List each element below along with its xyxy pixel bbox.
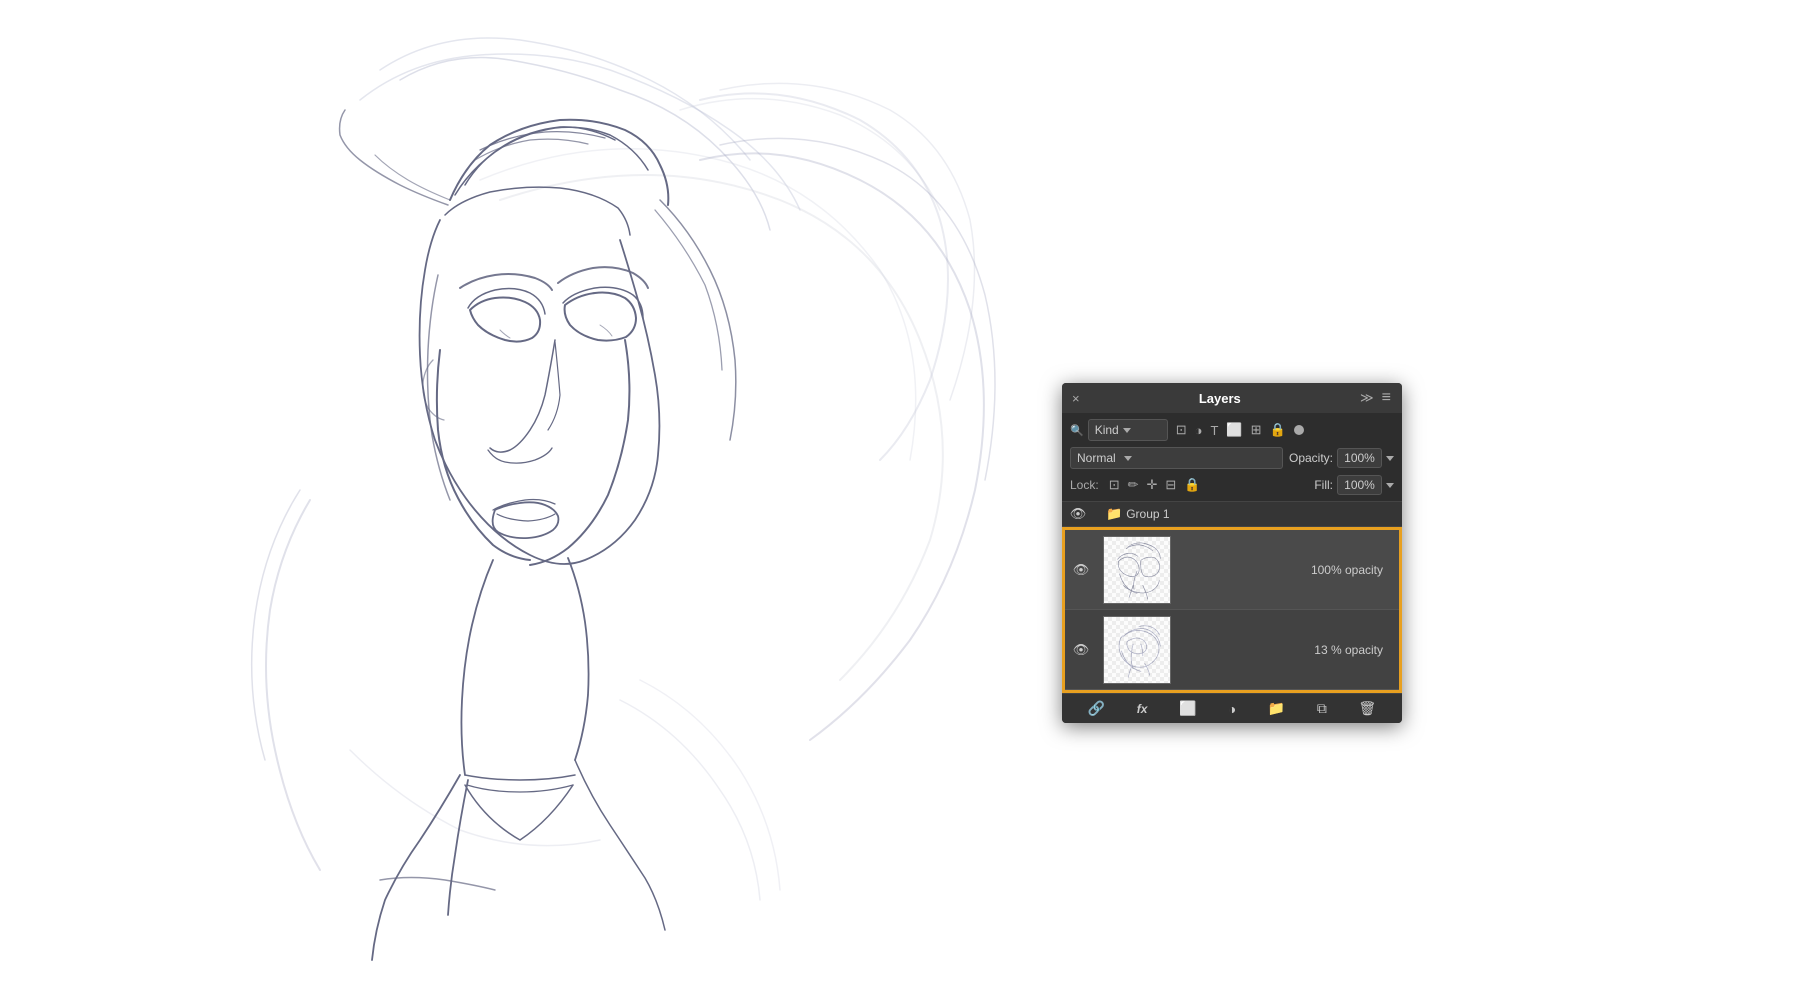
fill-value[interactable]: 100%: [1337, 475, 1382, 495]
group-row[interactable]: 👁 📁 Group 1: [1062, 502, 1402, 527]
layers-container: 👁: [1062, 527, 1402, 693]
opacity-control: Opacity: 100%: [1289, 448, 1394, 468]
panel-footer: 🔗 fx ⬜ ◑ 📁 ⧉ 🗑: [1062, 693, 1402, 723]
fill-control: Fill: 100%: [1314, 475, 1394, 495]
lock-label: Lock:: [1070, 478, 1099, 492]
dot-filter-icon[interactable]: [1294, 425, 1304, 435]
layer-item[interactable]: 👁: [1065, 530, 1399, 610]
lock-paint-icon[interactable]: ✏: [1128, 477, 1139, 493]
group-folder-icon: 📁: [1106, 506, 1122, 522]
add-mask-button[interactable]: ⬜: [1179, 700, 1196, 717]
layer2-visibility-icon[interactable]: 👁: [1073, 642, 1089, 658]
filter-row: 🔍 Kind ⊡ ◑ T ⬜ ⊞ 🔒: [1070, 419, 1394, 441]
layer1-thumbnail: [1103, 536, 1171, 604]
sketch-canvas: [0, 0, 1100, 1000]
opacity-label: Opacity:: [1289, 451, 1333, 465]
search-icon: 🔍: [1070, 424, 1084, 437]
lock-fill-row: Lock: ⊡ ✏ ✛ ⊟ 🔒 Fill: 100%: [1070, 475, 1394, 495]
opacity-value[interactable]: 100%: [1337, 448, 1382, 468]
group-name-label: Group 1: [1126, 507, 1169, 521]
panel-title: Layers: [1199, 391, 1241, 406]
pixel-filter-icon[interactable]: ⊡: [1176, 422, 1187, 438]
panel-collapse-icon[interactable]: ≫: [1360, 390, 1374, 406]
lock-icons-group: ⊡ ✏ ✛ ⊟ 🔒: [1109, 477, 1201, 493]
canvas-area: [0, 0, 1800, 1000]
panel-header: × Layers ≫ ≡: [1062, 383, 1402, 413]
filter-kind-dropdown[interactable]: Kind: [1088, 419, 1168, 441]
fill-chevron-icon: [1386, 483, 1394, 488]
lock-transparency-icon[interactable]: ⊡: [1109, 477, 1120, 493]
blend-chevron-icon: [1124, 456, 1132, 461]
delete-layer-button[interactable]: 🗑: [1358, 700, 1376, 717]
panel-controls: 🔍 Kind ⊡ ◑ T ⬜ ⊞ 🔒: [1062, 413, 1402, 502]
opacity-chevron-icon: [1386, 456, 1394, 461]
chevron-down-icon: [1123, 428, 1131, 433]
filter-icons: ⊡ ◑ T ⬜ ⊞ 🔒: [1176, 422, 1304, 438]
layer1-visibility-icon[interactable]: 👁: [1073, 562, 1089, 578]
lock-move-icon[interactable]: ✛: [1147, 477, 1158, 493]
panel-close-button[interactable]: ×: [1072, 391, 1080, 406]
lock-all-icon[interactable]: 🔒: [1184, 477, 1200, 493]
type-filter-icon[interactable]: T: [1210, 423, 1218, 438]
layer2-thumbnail: [1103, 616, 1171, 684]
lock-filter-icon[interactable]: 🔒: [1270, 422, 1286, 438]
fill-label: Fill:: [1314, 478, 1333, 492]
lock-artboard-icon[interactable]: ⊟: [1165, 477, 1176, 493]
shape-filter-icon[interactable]: ⬜: [1226, 422, 1242, 438]
group-visibility-icon[interactable]: 👁: [1070, 506, 1086, 522]
layer-item[interactable]: 👁: [1065, 610, 1399, 690]
blend-mode-dropdown[interactable]: Normal: [1070, 447, 1283, 469]
link-layers-button[interactable]: 🔗: [1088, 700, 1105, 717]
layer2-opacity-label: 13 % opacity: [1314, 643, 1391, 657]
layer-effects-button[interactable]: fx: [1137, 702, 1148, 716]
adjustment-layer-button[interactable]: ◑: [1228, 701, 1236, 717]
blend-mode-row: Normal Opacity: 100%: [1070, 447, 1394, 469]
new-group-button[interactable]: 📁: [1268, 700, 1285, 717]
smart-filter-icon[interactable]: ⊞: [1251, 422, 1262, 438]
new-layer-button[interactable]: ⧉: [1317, 700, 1327, 717]
panel-menu-icon[interactable]: ≡: [1382, 389, 1392, 407]
layer1-opacity-label: 100% opacity: [1311, 563, 1391, 577]
adjustment-filter-icon[interactable]: ◑: [1195, 423, 1203, 438]
layers-panel: × Layers ≫ ≡ 🔍 Kind ⊡ ◑ T ⬜ ⊞: [1062, 383, 1402, 723]
